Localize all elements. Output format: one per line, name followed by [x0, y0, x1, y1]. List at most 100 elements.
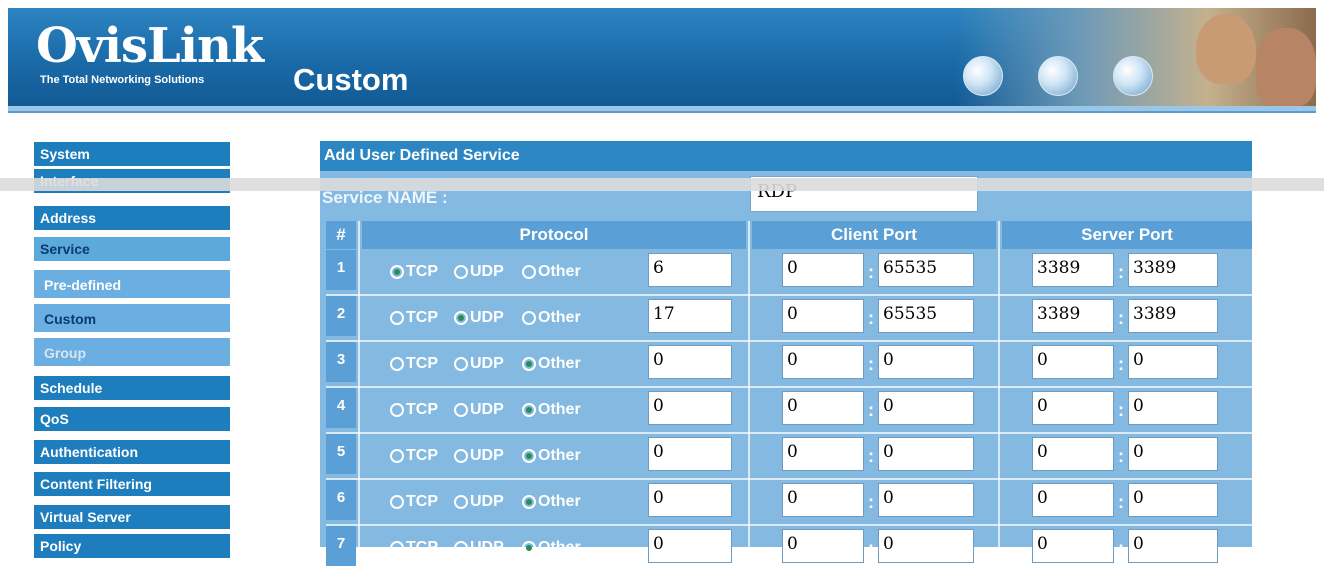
page-header: OvisLink The Total Networking Solutions … — [8, 8, 1316, 106]
server-port-end-input[interactable]: 3389 — [1128, 253, 1218, 287]
sidebar-subitem-predefined[interactable]: Pre-defined — [34, 270, 230, 300]
server-port-end-input[interactable]: 0 — [1128, 391, 1218, 425]
sidebar-item-qos[interactable]: QoS — [34, 407, 230, 431]
sidebar-item-service[interactable]: Service — [34, 237, 230, 261]
client-port-end-input[interactable]: 65535 — [878, 253, 974, 287]
client-port-start-input[interactable]: 0 — [782, 437, 864, 471]
client-port-start-input[interactable]: 0 — [782, 529, 864, 563]
protocol-number-input[interactable]: 0 — [648, 529, 732, 563]
client-port-start-input[interactable]: 0 — [782, 345, 864, 379]
server-port-start-input[interactable]: 3389 — [1032, 253, 1114, 287]
sidebar-item-address[interactable]: Address — [34, 206, 230, 230]
server-port-end-input[interactable]: 0 — [1128, 529, 1218, 563]
radio-tcp[interactable] — [390, 449, 404, 463]
radio-udp[interactable] — [454, 403, 468, 417]
page-title: Custom — [293, 62, 409, 97]
client-port-end-input[interactable]: 0 — [878, 483, 974, 517]
radio-other[interactable] — [522, 265, 536, 279]
server-port-start-input[interactable]: 0 — [1032, 345, 1114, 379]
radio-other[interactable] — [522, 449, 536, 463]
row-divider — [326, 340, 1252, 342]
radio-tcp[interactable] — [390, 541, 404, 555]
server-port-end-input[interactable]: 0 — [1128, 483, 1218, 517]
brand-tagline: The Total Networking Solutions — [40, 74, 205, 86]
server-port-start-input[interactable]: 0 — [1032, 391, 1114, 425]
radio-tcp[interactable] — [390, 403, 404, 417]
sidebar-subitem-group[interactable]: Group — [34, 338, 230, 368]
sidebar-item-authentication[interactable]: Authentication — [34, 440, 230, 464]
sidebar-subitem-custom[interactable]: Custom — [34, 304, 230, 334]
port-range-separator: : — [1118, 538, 1124, 558]
row-divider — [326, 478, 1252, 480]
protocol-number-input[interactable]: 0 — [648, 391, 732, 425]
radio-label-other: Other — [538, 401, 581, 418]
radio-other[interactable] — [522, 495, 536, 509]
radio-label-other: Other — [538, 309, 581, 326]
sidebar-item-system[interactable]: System — [34, 142, 230, 166]
radio-udp[interactable] — [454, 495, 468, 509]
protocol-number-input[interactable]: 0 — [648, 345, 732, 379]
radio-udp[interactable] — [454, 541, 468, 555]
client-port-start-input[interactable]: 0 — [782, 253, 864, 287]
server-port-end-input[interactable]: 0 — [1128, 437, 1218, 471]
protocol-number-input[interactable]: 17 — [648, 299, 732, 333]
sidebar-item-schedule[interactable]: Schedule — [34, 376, 230, 400]
sidebar-item-policy[interactable]: Policy — [34, 534, 230, 558]
client-port-end-input[interactable]: 65535 — [878, 299, 974, 333]
row-number: 6 — [326, 480, 356, 520]
radio-udp[interactable] — [454, 449, 468, 463]
client-port-end-input[interactable]: 0 — [878, 391, 974, 425]
radio-udp[interactable] — [454, 265, 468, 279]
protocol-number-input[interactable]: 0 — [648, 437, 732, 471]
col-header-server-port: Server Port — [1002, 221, 1252, 249]
server-port-start-input[interactable]: 0 — [1032, 529, 1114, 563]
client-port-start-input[interactable]: 0 — [782, 483, 864, 517]
sidebar-item-content-filtering[interactable]: Content Filtering — [34, 472, 230, 496]
row-number: 7 — [326, 526, 356, 566]
port-range-separator: : — [1118, 308, 1124, 328]
server-port-start-input[interactable]: 0 — [1032, 483, 1114, 517]
header-divider — [8, 111, 1316, 113]
sidebar-item-virtual-server[interactable]: Virtual Server — [34, 505, 230, 529]
port-range-separator: : — [868, 446, 874, 466]
client-port-end-input[interactable]: 0 — [878, 437, 974, 471]
radio-label-udp: UDP — [470, 401, 504, 418]
radio-tcp[interactable] — [390, 357, 404, 371]
radio-label-other: Other — [538, 539, 581, 556]
col-header-protocol: Protocol — [362, 221, 746, 249]
radio-label-tcp: TCP — [406, 447, 438, 464]
radio-other[interactable] — [522, 403, 536, 417]
client-port-start-input[interactable]: 0 — [782, 299, 864, 333]
radio-other[interactable] — [522, 357, 536, 371]
radio-other[interactable] — [522, 311, 536, 325]
radio-tcp[interactable] — [390, 495, 404, 509]
server-port-start-input[interactable]: 0 — [1032, 437, 1114, 471]
protocol-number-input[interactable]: 6 — [648, 253, 732, 287]
client-port-end-input[interactable]: 0 — [878, 529, 974, 563]
server-port-start-input[interactable]: 3389 — [1032, 299, 1114, 333]
globe-icon — [1038, 56, 1078, 96]
horizontal-scrollbar[interactable] — [0, 178, 1324, 191]
client-port-end-input[interactable]: 0 — [878, 345, 974, 379]
client-port-start-input[interactable]: 0 — [782, 391, 864, 425]
radio-tcp[interactable] — [390, 311, 404, 325]
row-number: 3 — [326, 342, 356, 382]
radio-label-other: Other — [538, 493, 581, 510]
server-port-end-input[interactable]: 3389 — [1128, 299, 1218, 333]
radio-label-udp: UDP — [470, 355, 504, 372]
radio-label-udp: UDP — [470, 539, 504, 556]
server-port-end-input[interactable]: 0 — [1128, 345, 1218, 379]
header-person-father — [1196, 14, 1256, 84]
radio-udp[interactable] — [454, 357, 468, 371]
radio-tcp[interactable] — [390, 265, 404, 279]
port-range-separator: : — [868, 308, 874, 328]
radio-udp[interactable] — [454, 311, 468, 325]
radio-label-tcp: TCP — [406, 263, 438, 280]
radio-other[interactable] — [522, 541, 536, 555]
brand-logo: OvisLink — [36, 18, 264, 74]
protocol-number-input[interactable]: 0 — [648, 483, 732, 517]
col-header-client-port: Client Port — [752, 221, 996, 249]
grid-divider — [358, 221, 360, 547]
port-range-separator: : — [868, 354, 874, 374]
col-header-num: # — [326, 221, 356, 249]
